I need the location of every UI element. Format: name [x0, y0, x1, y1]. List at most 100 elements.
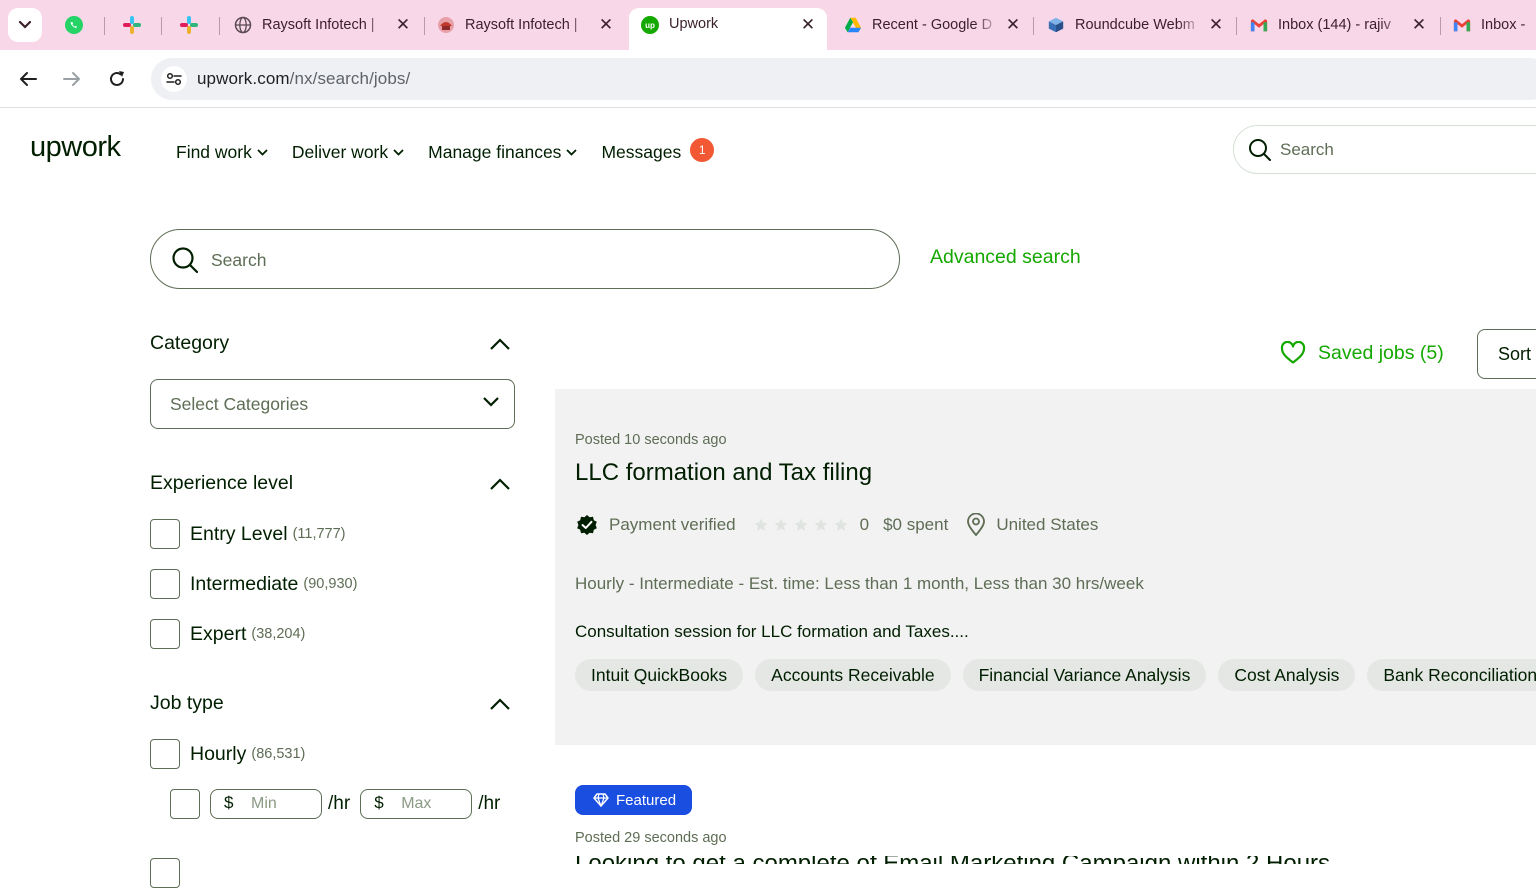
tab-roundcube[interactable]: Roundcube Webm ✕: [1035, 8, 1235, 42]
checkbox-label: Hourly: [190, 742, 247, 765]
site-settings-icon[interactable]: [161, 66, 187, 92]
client-rating-stars: [754, 518, 854, 532]
checkbox[interactable]: [150, 739, 180, 769]
search-icon: [172, 247, 199, 274]
checkbox-count: (86,531): [251, 746, 306, 762]
payment-verified-text: Payment verified: [609, 515, 736, 534]
arrow-right-icon: [63, 72, 80, 86]
currency-symbol: $: [374, 793, 384, 812]
advanced-search-link[interactable]: Advanced search: [930, 246, 1081, 269]
checkbox[interactable]: [150, 619, 180, 649]
tab-raysoft-1[interactable]: Raysoft Infotech | ✕: [222, 8, 422, 42]
tab-gmail-2[interactable]: Inbox -: [1441, 8, 1536, 42]
tab-label: Inbox -: [1481, 17, 1526, 33]
close-icon[interactable]: ✕: [1410, 15, 1428, 34]
min-rate-input[interactable]: $ Min: [210, 789, 322, 819]
checkbox[interactable]: [150, 519, 180, 549]
pinned-tab-whatsapp[interactable]: [50, 8, 98, 42]
close-icon[interactable]: ✕: [1004, 15, 1022, 34]
job-card[interactable]: Posted 10 seconds ago LLC formation and …: [555, 389, 1536, 745]
pinned-tab-slack-1[interactable]: [108, 8, 156, 42]
slack-icon: [123, 16, 141, 34]
job-skills-list: Intuit QuickBooks Accounts Receivable Fina…: [575, 659, 1536, 691]
chevron-down-icon: [257, 148, 268, 156]
experience-expert[interactable]: Expert (38,204): [150, 619, 305, 649]
nav-messages[interactable]: Messages 1: [601, 138, 715, 164]
forward-button[interactable]: [57, 64, 87, 94]
skill-chip[interactable]: Financial Variance Analysis: [962, 659, 1207, 691]
saved-jobs-link[interactable]: Saved jobs (5): [1280, 341, 1444, 365]
tab-label: Inbox (144) - rajiv: [1278, 17, 1391, 33]
svg-text:up: up: [645, 21, 655, 30]
url-path: /nx/search/jobs/: [289, 69, 411, 88]
upwork-icon: up: [641, 16, 659, 34]
checkbox[interactable]: [150, 569, 180, 599]
rate-unit: /hr: [478, 793, 501, 814]
job-search-input[interactable]: Search: [150, 229, 900, 289]
skill-chip[interactable]: Bank Reconciliation: [1367, 659, 1536, 691]
close-icon[interactable]: ✕: [1207, 15, 1225, 34]
nav-manage-finances[interactable]: Manage finances: [428, 142, 578, 163]
job-type-hourly[interactable]: Hourly (86,531): [150, 739, 305, 769]
featured-badge: Featured: [575, 785, 693, 815]
tab-label: Raysoft Infotech |: [262, 17, 375, 33]
max-rate-input[interactable]: $ Max: [360, 789, 473, 819]
chevron-up-icon[interactable]: [489, 697, 511, 711]
experience-entry-level[interactable]: Entry Level (11,777): [150, 519, 346, 549]
featured-label: Featured: [616, 791, 677, 809]
browser-toolbar: upwork.com/nx/search/jobs/: [0, 50, 1536, 108]
checkbox-count: (38,204): [251, 626, 306, 642]
nav-deliver-work[interactable]: Deliver work: [292, 142, 404, 163]
google-drive-icon: [844, 16, 862, 34]
url-host: upwork.com: [197, 69, 290, 88]
tab-search-button[interactable]: [8, 8, 42, 42]
close-icon[interactable]: ✕: [799, 15, 817, 34]
whatsapp-icon: [65, 16, 83, 34]
job-title-link[interactable]: Looking to get a complete of Email Marke…: [575, 856, 1330, 864]
browser-tabstrip: Raysoft Infotech | ✕ Raysoft Infotech | …: [0, 0, 1536, 50]
sort-dropdown[interactable]: Sort: [1477, 329, 1536, 379]
verified-badge-icon: [577, 515, 597, 535]
star-icon: [814, 518, 828, 531]
job-type-info: Hourly - Intermediate - Est. time: Less …: [575, 574, 1144, 593]
chevron-up-icon[interactable]: [489, 477, 511, 491]
reload-button[interactable]: [102, 64, 132, 94]
job-posted-time: Posted 29 seconds ago: [575, 830, 727, 846]
hourly-rate-checkbox[interactable]: [170, 789, 200, 819]
pinned-tab-slack-2[interactable]: [165, 8, 213, 42]
close-icon[interactable]: ✕: [394, 15, 412, 34]
category-select-value: Select Categories: [170, 394, 309, 414]
checkbox-count: (90,930): [303, 576, 358, 592]
skill-chip[interactable]: Cost Analysis: [1218, 659, 1356, 691]
client-location: United States: [966, 513, 1098, 537]
star-icon: [834, 518, 848, 531]
tab-gmail-1[interactable]: Inbox (144) - rajiv ✕: [1238, 8, 1438, 42]
checkbox-label: Intermediate: [190, 572, 299, 595]
checkbox[interactable]: [150, 858, 180, 888]
job-title-link[interactable]: LLC formation and Tax filing: [575, 459, 872, 487]
close-icon[interactable]: ✕: [597, 15, 615, 34]
tab-upwork-active[interactable]: up Upwork ✕: [629, 8, 827, 50]
category-select[interactable]: Select Categories: [150, 379, 515, 429]
back-button[interactable]: [13, 64, 43, 94]
currency-symbol: $: [224, 793, 234, 812]
max-rate-placeholder: Max: [401, 795, 432, 812]
checkbox-count: (11,777): [292, 526, 346, 542]
tab-raysoft-2[interactable]: Raysoft Infotech | ✕: [425, 8, 625, 42]
header-search-input[interactable]: Search: [1233, 125, 1536, 174]
upwork-logo[interactable]: upwork: [30, 130, 134, 166]
search-icon: [1249, 139, 1271, 161]
nav-find-work[interactable]: Find work: [176, 142, 268, 163]
skill-chip[interactable]: Intuit QuickBooks: [575, 659, 744, 691]
tab-google-drive[interactable]: Recent - Google D ✕: [832, 8, 1032, 42]
experience-intermediate[interactable]: Intermediate (90,930): [150, 569, 357, 599]
rate-unit: /hr: [328, 793, 351, 814]
nav-find-work-label: Find work: [176, 141, 252, 162]
job-description: Consultation session for LLC formation a…: [575, 622, 969, 641]
skill-chip[interactable]: Accounts Receivable: [755, 659, 951, 691]
address-bar[interactable]: upwork.com/nx/search/jobs/: [151, 58, 1536, 100]
min-rate-placeholder: Min: [251, 795, 277, 812]
chevron-down-icon: [393, 148, 404, 156]
chevron-up-icon[interactable]: [489, 337, 511, 351]
heart-icon: [1280, 341, 1306, 364]
